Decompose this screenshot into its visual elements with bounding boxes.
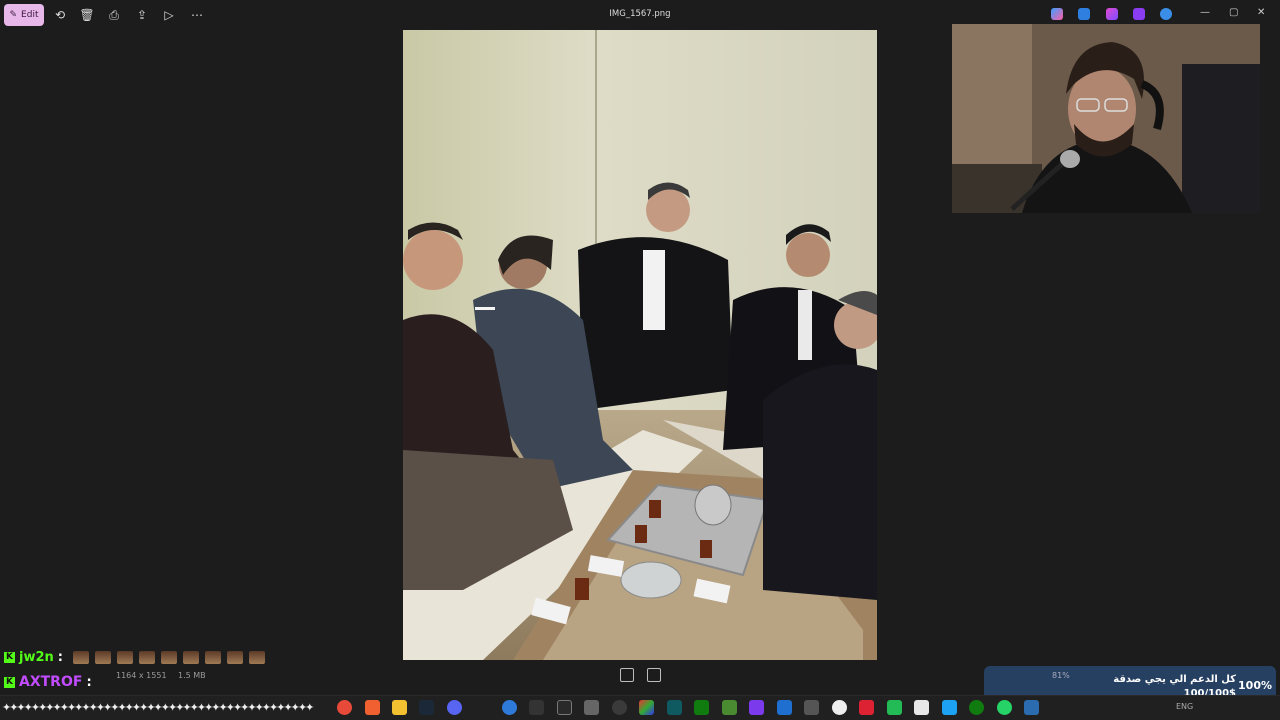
chrome-icon[interactable] (337, 700, 352, 715)
app-icon[interactable] (639, 700, 654, 715)
app-icon[interactable] (942, 700, 957, 715)
chat-separator: : (57, 650, 63, 665)
emote-icon (248, 651, 265, 664)
emote-icon (94, 651, 111, 664)
emote-icon (204, 651, 221, 664)
emote-icon (226, 651, 243, 664)
emote-icon (116, 651, 133, 664)
xbox-icon[interactable] (969, 700, 984, 715)
discord-icon[interactable] (447, 700, 462, 715)
image-file-size: 1.5 MB (178, 671, 206, 680)
app-icon[interactable] (584, 700, 599, 715)
windows-taskbar: ✦✦✦✦✦✦✦✦✦✦✦✦✦✦✦✦✦✦✦✦✦✦✦✦✦✦✦✦✦✦✦✦✦✦✦✦✦✦✦✦… (0, 695, 1280, 720)
search-icon[interactable] (832, 700, 847, 715)
fit-to-window-icon[interactable] (620, 668, 634, 682)
kick-badge-icon: K (4, 652, 15, 663)
app-icon[interactable] (887, 700, 902, 715)
webcam-overlay (952, 24, 1260, 213)
main-image (403, 30, 877, 660)
epic-games-icon[interactable] (529, 700, 544, 715)
designer-icon[interactable] (1106, 8, 1118, 20)
xbox-icon[interactable] (694, 700, 709, 715)
edit-image-icon[interactable] (1078, 8, 1090, 20)
zoom-level: 81% (1052, 671, 1070, 680)
minimize-icon[interactable]: — (1200, 7, 1210, 18)
photos-app-window: ✎ Edit ⟲ 🗑 ⎙ ⇪ ▷ ⋯ IMG_1567.png — ▢ ✕ K … (0, 0, 1280, 720)
adobe-icon[interactable] (859, 700, 874, 715)
whatsapp-icon[interactable] (997, 700, 1012, 715)
app-icon[interactable] (749, 700, 764, 715)
image-dimensions: 1164 x 1551 (116, 671, 167, 680)
brave-icon[interactable] (365, 700, 380, 715)
steam-icon[interactable] (419, 700, 434, 715)
scrolling-ticker-icon: ✦✦✦✦✦✦✦✦✦✦✦✦✦✦✦✦✦✦✦✦✦✦✦✦✦✦✦✦✦✦✦✦✦✦✦✦✦✦✦✦… (2, 701, 314, 714)
vscode-icon[interactable] (667, 700, 682, 715)
obs-icon[interactable] (612, 700, 627, 715)
terminal-icon[interactable] (557, 700, 572, 715)
full-screen-icon[interactable] (647, 668, 661, 682)
emote-icon (138, 651, 155, 664)
photos-icon[interactable] (1024, 700, 1039, 715)
copilot-icon[interactable] (1051, 8, 1063, 20)
chat-username: jw2n (19, 650, 54, 665)
donation-goal-percent: 100% (1238, 679, 1272, 692)
app-icon[interactable] (804, 700, 819, 715)
app-icon[interactable] (502, 700, 517, 715)
word-icon[interactable] (777, 700, 792, 715)
donation-goal-title: كل الدعم الي يجي صدقة (1113, 674, 1236, 685)
file-explorer-icon[interactable] (392, 700, 407, 715)
emote-icon (182, 651, 199, 664)
chat-message: K jw2n : (4, 650, 265, 665)
app-icon[interactable] (914, 700, 929, 715)
maximize-icon[interactable]: ▢ (1229, 7, 1238, 18)
emote-icon (72, 651, 89, 664)
language-indicator[interactable]: ENG (1176, 702, 1193, 711)
onedrive-icon[interactable] (1160, 8, 1172, 20)
emote-icon (160, 651, 177, 664)
app-icon[interactable] (722, 700, 737, 715)
clipchamp-icon[interactable] (1133, 8, 1145, 20)
close-icon[interactable]: ✕ (1257, 7, 1265, 18)
